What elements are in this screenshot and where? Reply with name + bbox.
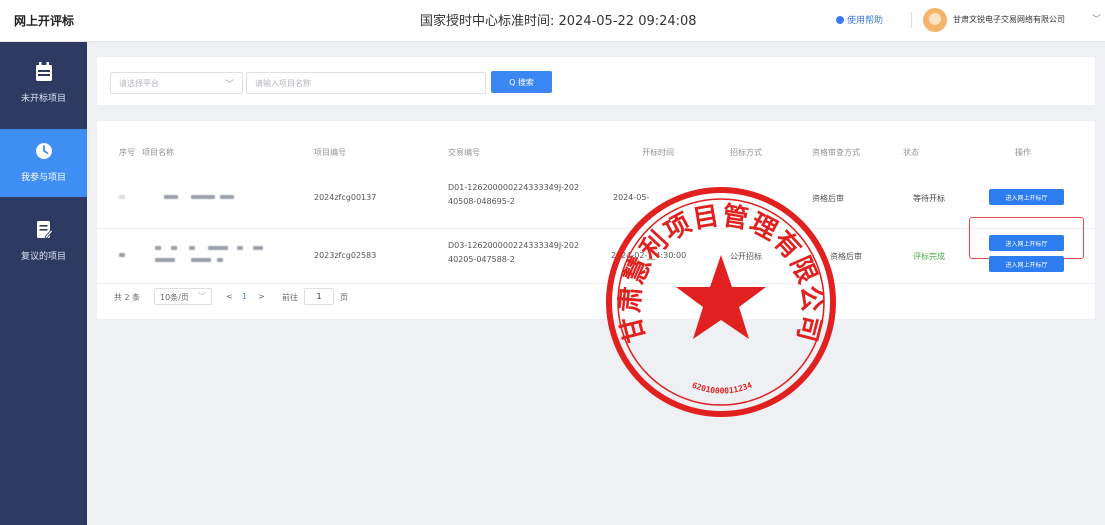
status-badge: 评标完成 <box>913 252 945 261</box>
avatar[interactable] <box>923 8 947 32</box>
header-divider <box>911 12 912 28</box>
svg-text:6201000011234: 6201000011234 <box>691 381 754 396</box>
enter-hall-button[interactable]: 进入网上开标厅 <box>989 256 1064 272</box>
clock-icon <box>35 143 52 159</box>
project-name-redacted <box>171 246 177 250</box>
page-size-value: 10条/页 <box>160 293 189 302</box>
search-panel: 请选择平台 ﹀ Q 搜索 <box>97 57 1095 105</box>
column-header-actions: 操作 <box>1015 148 1031 157</box>
column-header-bid-method: 招标方式 <box>730 148 762 157</box>
column-header-trade-no: 交易编号 <box>448 148 480 157</box>
table-row: 2023zfcg02583 D03-126200000224333349J-20… <box>97 229 1095 284</box>
help-icon <box>836 16 844 24</box>
app-title: 网上开评标 <box>14 14 75 28</box>
help-label: 使用帮助 <box>847 16 884 26</box>
top-header: 网上开评标 国家授时中心标准时间: 2024-05-22 09:24:08 使用… <box>0 0 1105 42</box>
column-header-index: 序号 <box>119 148 135 157</box>
pager-page-unit: 页 <box>340 293 348 302</box>
trade-no: D01-126200000224333349J-202 40508-048695… <box>448 183 580 206</box>
pager-current-page[interactable]: 1 <box>242 292 247 301</box>
pager-total: 共 2 条 <box>114 293 141 302</box>
project-no: 2024zfcg00137 <box>314 193 377 202</box>
column-header-review-method: 资格审查方式 <box>812 148 860 157</box>
platform-select[interactable]: 请选择平台 ﹀ <box>110 72 243 94</box>
pager-goto-label: 前往 <box>282 293 298 302</box>
standard-time-clock: 国家授时中心标准时间: 2024-05-22 09:24:08 <box>420 14 697 29</box>
project-name-redacted <box>164 195 178 199</box>
chevron-down-icon[interactable]: ﹀ <box>1092 12 1101 25</box>
project-name-redacted <box>189 246 195 250</box>
seal-number-text: 6201000011234 <box>691 381 754 396</box>
project-name-input[interactable] <box>246 72 486 94</box>
chevron-down-icon: ﹀ <box>224 80 234 90</box>
project-name-redacted <box>220 195 234 199</box>
enter-hall-button[interactable]: 进入网上开标厅 <box>989 235 1064 251</box>
company-name[interactable]: 甘肃文锐电子交易网络有限公司 <box>953 14 1065 25</box>
project-name-redacted <box>191 258 211 262</box>
goto-page-input[interactable] <box>304 288 334 305</box>
project-table: 序号 项目名称 项目编号 交易编号 开标时间 招标方式 资格审查方式 状态 操作… <box>97 121 1095 319</box>
sidebar-item-participated[interactable]: 我参与项目 <box>0 129 87 197</box>
column-header-status: 状态 <box>903 148 919 157</box>
sidebar-item-reconsidered[interactable]: 复议的项目 <box>0 208 87 276</box>
project-name-redacted <box>253 246 263 250</box>
chevron-down-icon: ﹀ <box>198 292 206 301</box>
project-no: 2023zfcg02583 <box>314 251 377 260</box>
table-row: 2024zfcg00137 D01-126200000224333349J-20… <box>97 165 1095 259</box>
column-header-project-no: 项目编号 <box>314 148 346 157</box>
status-badge: 等待开标 <box>913 194 945 203</box>
calendar-icon <box>35 62 52 81</box>
help-link[interactable]: 使用帮助 <box>836 13 883 26</box>
page-size-select[interactable]: 10条/页 ﹀ <box>154 288 212 305</box>
pager-prev-button[interactable]: < <box>226 292 233 301</box>
sidebar-item-label: 未开标项目 <box>20 94 66 104</box>
platform-select-placeholder: 请选择平台 <box>119 79 159 88</box>
row-index-redacted <box>119 195 125 199</box>
project-name-redacted <box>155 246 161 250</box>
project-name-redacted <box>208 246 228 250</box>
enter-hall-button[interactable]: 进入网上开标厅 <box>989 189 1064 205</box>
project-name-redacted <box>237 246 243 250</box>
column-header-project-name: 项目名称 <box>142 148 174 157</box>
column-header-open-time: 开标时间 <box>642 148 674 157</box>
sidebar-item-label: 我参与项目 <box>20 173 66 183</box>
company-seal-image: 甘肃慧利项目管理有限公司 6201000011234 <box>606 187 836 417</box>
pager-next-button[interactable]: > <box>258 292 265 301</box>
project-name-redacted <box>217 258 223 262</box>
trade-no: D03-126200000224333349J-202 40205-047588… <box>448 241 580 264</box>
project-name-redacted <box>191 195 215 199</box>
row-index-redacted <box>119 253 125 257</box>
sidebar-item-unopened[interactable]: 未开标项目 <box>0 50 87 118</box>
sidebar-item-label: 复议的项目 <box>20 252 66 262</box>
document-edit-icon <box>36 221 53 240</box>
sidebar: 未开标项目 我参与项目 复议的项目 <box>0 42 87 525</box>
search-button[interactable]: Q 搜索 <box>491 71 552 93</box>
project-name-redacted <box>155 258 175 262</box>
